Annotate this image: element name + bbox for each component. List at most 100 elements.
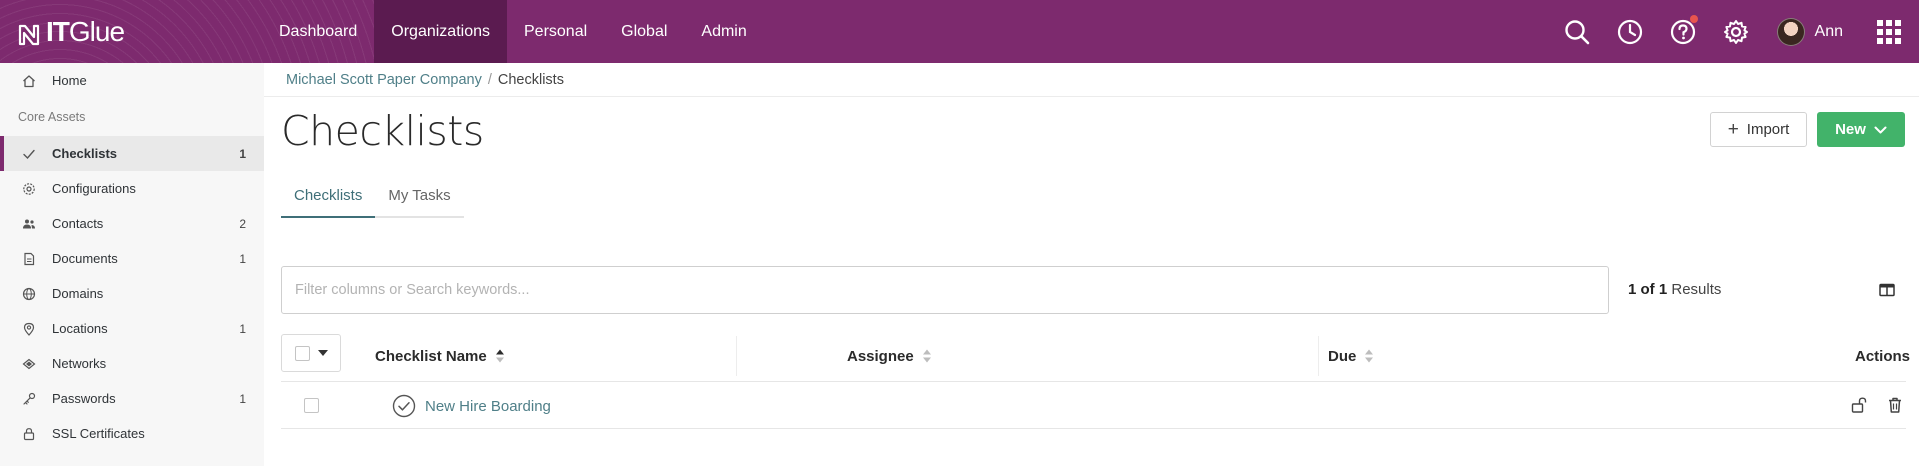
new-button-label: New — [1835, 121, 1866, 138]
gear-icon[interactable] — [1710, 0, 1763, 63]
row-checkbox[interactable] — [304, 398, 319, 413]
import-button[interactable]: + Import — [1710, 112, 1807, 147]
logo-text-glue: Glue — [68, 15, 125, 47]
sidebar-item-documents[interactable]: Documents 1 — [0, 241, 264, 276]
sidebar-item-label: Documents — [52, 251, 118, 266]
main-nav: Dashboard Organizations Personal Global … — [262, 0, 764, 63]
app-launcher-grid-icon[interactable] — [1865, 0, 1913, 63]
results-count-value: 1 of 1 — [1628, 281, 1668, 298]
globe-icon — [22, 287, 36, 301]
sidebar-item-locations[interactable]: Locations 1 — [0, 311, 264, 346]
sidebar-item-label: Contacts — [52, 216, 104, 231]
column-header-label: Checklist Name — [375, 347, 487, 365]
nav-personal[interactable]: Personal — [507, 0, 604, 63]
lock-icon — [22, 427, 36, 441]
sidebar-item-domains[interactable]: Domains — [0, 276, 264, 311]
sort-icon — [1364, 348, 1374, 364]
breadcrumb-current: Checklists — [497, 71, 564, 88]
sidebar-item-count: 1 — [239, 146, 246, 161]
itglue-logo-mark-icon — [18, 21, 40, 45]
home-icon — [22, 74, 36, 88]
network-icon — [22, 357, 36, 371]
tab-my-tasks[interactable]: My Tasks — [375, 187, 463, 218]
document-icon — [22, 252, 36, 266]
sidebar-item-label: Locations — [52, 321, 108, 336]
import-button-label: Import — [1746, 121, 1790, 138]
tab-checklists[interactable]: Checklists — [281, 187, 376, 218]
sidebar-item-contacts[interactable]: Contacts 2 — [0, 206, 264, 241]
user-menu[interactable]: Ann — [1763, 17, 1865, 46]
itglue-logo[interactable]: IT Glue — [0, 0, 262, 63]
unlock-icon[interactable] — [1850, 396, 1868, 414]
new-button[interactable]: New — [1817, 112, 1905, 147]
caret-down-icon — [317, 350, 328, 356]
main-content: Michael Scott Paper Company / Checklists… — [264, 63, 1919, 466]
column-header-assignee[interactable]: Assignee — [847, 330, 932, 382]
gear-icon — [22, 182, 36, 196]
sidebar: Home Core Assets Checklists 1 Configurat… — [0, 63, 264, 466]
sort-icon — [922, 348, 932, 364]
column-header-label: Due — [1328, 347, 1357, 365]
sidebar-item-label: SSL Certificates — [52, 426, 145, 441]
column-divider — [1318, 336, 1319, 376]
nav-organizations[interactable]: Organizations — [374, 0, 507, 63]
notification-dot — [1689, 15, 1698, 23]
checklist-name-link[interactable]: New Hire Boarding — [392, 394, 551, 418]
sidebar-item-label: Passwords — [52, 391, 116, 406]
sidebar-item-home[interactable]: Home — [0, 63, 264, 98]
breadcrumb: Michael Scott Paper Company / Checklists — [264, 63, 1919, 97]
chevron-down-icon — [1874, 126, 1887, 133]
nav-dashboard[interactable]: Dashboard — [262, 0, 374, 63]
people-icon — [22, 217, 36, 231]
column-header-actions: Actions — [1855, 347, 1911, 365]
column-divider — [736, 336, 737, 376]
column-header-label: Assignee — [847, 347, 914, 365]
check-icon — [22, 147, 36, 161]
top-navigation-bar: IT Glue Dashboard Organizations Personal … — [0, 0, 1919, 63]
sidebar-item-count: 1 — [239, 321, 246, 336]
check-circle-icon — [392, 394, 416, 418]
nav-admin[interactable]: Admin — [684, 0, 763, 63]
column-header-due[interactable]: Due — [1328, 330, 1374, 382]
page-title: Checklists — [281, 107, 484, 155]
search-input[interactable] — [281, 266, 1609, 314]
user-name: Ann — [1814, 22, 1843, 40]
bulk-select-dropdown[interactable] — [281, 334, 341, 372]
clock-history-icon[interactable] — [1604, 0, 1657, 63]
results-count-label: Results — [1671, 281, 1722, 298]
column-layout-icon[interactable] — [1878, 281, 1896, 299]
sidebar-item-label: Domains — [52, 286, 104, 301]
sidebar-item-checklists[interactable]: Checklists 1 — [0, 136, 264, 171]
trash-icon[interactable] — [1886, 396, 1904, 414]
sidebar-item-configurations[interactable]: Configurations — [0, 171, 264, 206]
table-row: New Hire Boarding — [281, 383, 1906, 429]
sidebar-item-label: Home — [52, 73, 87, 88]
top-right-controls: Ann — [1551, 0, 1919, 63]
help-icon[interactable] — [1657, 0, 1710, 63]
logo-text-it: IT — [46, 15, 70, 47]
breadcrumb-organization-link[interactable]: Michael Scott Paper Company — [286, 72, 482, 88]
table-header: Checklist Name Assignee Due Actions — [281, 330, 1910, 382]
sidebar-item-label: Configurations — [52, 181, 136, 196]
avatar — [1776, 17, 1805, 46]
sidebar-item-count: 2 — [239, 216, 246, 231]
sidebar-item-label: Networks — [52, 356, 107, 371]
column-header-checklist-name[interactable]: Checklist Name — [375, 330, 505, 382]
checklist-name: New Hire Boarding — [425, 397, 551, 415]
sidebar-item-count: 1 — [239, 251, 246, 266]
map-pin-icon — [22, 322, 36, 336]
results-count: 1 of 1 Results — [1628, 281, 1721, 298]
sort-ascending-icon — [495, 348, 505, 364]
nav-global[interactable]: Global — [604, 0, 684, 63]
sidebar-item-networks[interactable]: Networks — [0, 346, 264, 381]
breadcrumb-separator: / — [487, 71, 492, 88]
sidebar-item-passwords[interactable]: Passwords 1 — [0, 381, 264, 416]
plus-icon: + — [1727, 119, 1739, 140]
select-all-checkbox[interactable] — [294, 345, 310, 361]
tabs: Checklists My Tasks — [281, 187, 464, 218]
search-icon[interactable] — [1551, 0, 1604, 63]
sidebar-item-ssl-certificates[interactable]: SSL Certificates — [0, 416, 264, 451]
key-icon — [22, 392, 36, 406]
sidebar-section-core-assets: Core Assets — [18, 110, 86, 124]
sidebar-item-count: 1 — [239, 391, 246, 406]
